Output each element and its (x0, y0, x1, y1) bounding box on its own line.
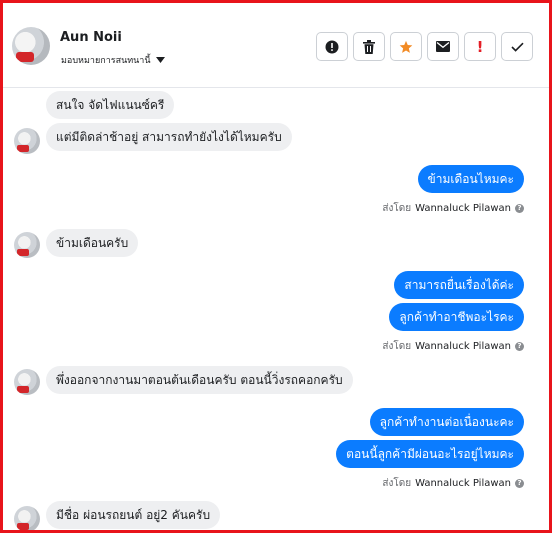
sender-avatar (14, 128, 40, 154)
message-bubble-outgoing: สามารถยื่นเรื่องได้ค่ะ (394, 271, 524, 299)
message-bubble-incoming: พึ่งออกจากงานมาตอนต้นเดือนครับ ตอนนี้วิ่… (46, 366, 353, 394)
check-icon (510, 42, 524, 52)
message-bubble-incoming: แต่มีติดล่าช้าอยู่ สามารถทำยังไงได้ไหมคร… (46, 123, 292, 151)
sent-by-name: Wannaluck Pilawan (415, 203, 511, 214)
message-bubble-incoming: สนใจ จัดไฟแนนซ์ครี (46, 91, 175, 119)
assign-conversation-dropdown[interactable]: มอบหมายการสนทนานี้ (61, 53, 165, 67)
priority-button[interactable]: ! (464, 32, 496, 61)
mark-unread-button[interactable] (427, 32, 459, 61)
sent-by-prefix: ส่งโดย (382, 478, 412, 489)
message-bubble-outgoing: ข้ามเดือนไหมคะ (417, 165, 524, 193)
message-bubble-outgoing: ลูกค้าทำงานต่อเนื่องนะคะ (369, 408, 524, 436)
sent-by-name: Wannaluck Pilawan (415, 341, 511, 352)
sent-by-prefix: ส่งโดย (382, 341, 412, 352)
follow-up-button[interactable] (390, 32, 422, 61)
sent-by-label: ส่งโดย Wannaluck Pilawan ? (382, 339, 524, 354)
sender-avatar (14, 506, 40, 530)
info-icon[interactable]: ? (515, 479, 524, 488)
contact-name[interactable]: Aun Noii (60, 30, 122, 45)
alert-circle-icon (325, 40, 339, 53)
mail-icon (436, 41, 450, 52)
mark-spam-button[interactable] (316, 32, 348, 61)
message-bubble-outgoing: ตอนนี้ลูกค้ามีผ่อนอะไรอยู่ไหมคะ (336, 440, 524, 468)
trash-icon (363, 39, 375, 54)
contact-avatar[interactable] (12, 27, 50, 65)
delete-button[interactable] (353, 32, 385, 61)
sent-by-label: ส่งโดย Wannaluck Pilawan ? (382, 201, 524, 216)
sent-by-label: ส่งโดย Wannaluck Pilawan ? (382, 476, 524, 491)
conversation-header: Aun Noii มอบหมายการสนทนานี้ ! (3, 3, 549, 88)
sender-avatar (14, 369, 40, 395)
sent-by-name: Wannaluck Pilawan (415, 478, 511, 489)
sent-by-prefix: ส่งโดย (382, 203, 412, 214)
header-actions: ! (316, 32, 533, 61)
message-thread: สนใจ จัดไฟแนนซ์ครี แต่มีติดล่าช้าอยู่ สา… (3, 88, 549, 530)
info-icon[interactable]: ? (515, 204, 524, 213)
message-bubble-incoming: ข้ามเดือนครับ (46, 229, 139, 257)
exclamation-icon: ! (476, 37, 484, 56)
chevron-down-icon (155, 57, 165, 63)
star-icon (399, 40, 413, 53)
info-icon[interactable]: ? (515, 342, 524, 351)
message-bubble-incoming: มีชื่อ ผ่อนรถยนต์ อยู่2 คันครับ (46, 501, 221, 529)
mark-done-button[interactable] (501, 32, 533, 61)
assign-label: มอบหมายการสนทนานี้ (61, 56, 151, 66)
sender-avatar (14, 232, 40, 258)
message-bubble-outgoing: ลูกค้าทำอาชีพอะไรคะ (389, 303, 524, 331)
